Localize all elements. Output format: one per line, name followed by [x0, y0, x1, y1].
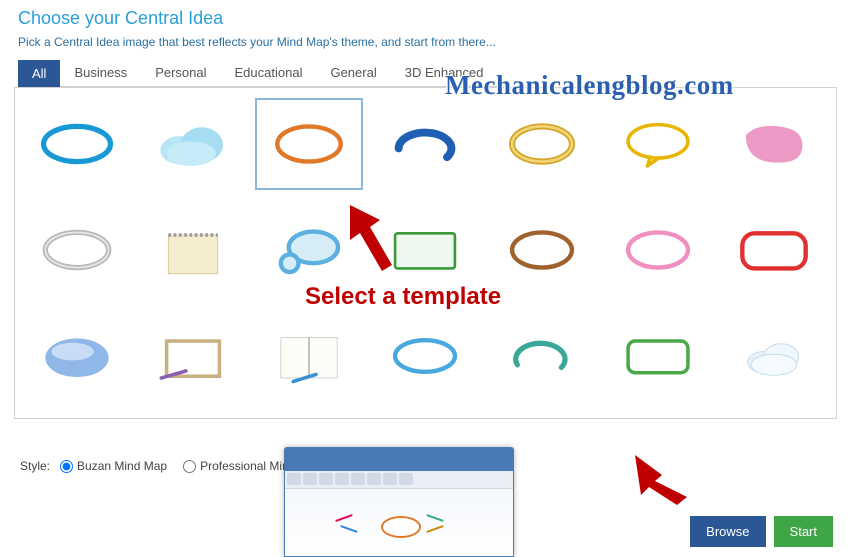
radio-professional-label: Professional Mind: [200, 459, 295, 473]
template-green-rounded-rect[interactable]: [604, 310, 712, 402]
template-brown-scribble-oval[interactable]: [488, 204, 596, 296]
style-selector: Style: Buzan Mind Map Professional Mind: [20, 459, 305, 473]
start-button[interactable]: Start: [774, 516, 833, 547]
template-orange-scribble-oval[interactable]: [255, 98, 363, 190]
category-tabs: All Business Personal Educational Genera…: [0, 59, 847, 87]
tab-educational[interactable]: Educational: [221, 59, 317, 87]
preview-window-title-text: iMindMap Trial (iMindMap Ulti...: [307, 449, 461, 461]
preview-toolbar: [285, 471, 513, 489]
template-notebook-open[interactable]: [255, 310, 363, 402]
preview-canvas: [285, 489, 513, 556]
template-photo-frame[interactable]: [139, 310, 247, 402]
radio-professional-input[interactable]: [183, 460, 196, 473]
annotation-arrow-start-icon: [627, 447, 697, 507]
tab-all[interactable]: All: [18, 60, 60, 87]
template-pink-brush-blob[interactable]: [720, 98, 828, 190]
template-gold-3d-ring[interactable]: [488, 98, 596, 190]
template-blue-scribble-oval[interactable]: [23, 98, 131, 190]
preview-window-title: iMindMap Trial (iMindMap Ulti...: [291, 449, 461, 461]
template-yellow-speech-oval[interactable]: [604, 98, 712, 190]
tab-general[interactable]: General: [316, 59, 390, 87]
template-pink-scribble-oval[interactable]: [604, 204, 712, 296]
radio-buzan[interactable]: Buzan Mind Map: [60, 459, 167, 473]
style-label: Style:: [20, 459, 50, 473]
tab-personal[interactable]: Personal: [141, 59, 220, 87]
template-green-rect-outline[interactable]: [371, 204, 479, 296]
template-cloud-white[interactable]: [720, 310, 828, 402]
browse-button[interactable]: Browse: [690, 516, 765, 547]
template-teal-arc[interactable]: [488, 310, 596, 402]
template-cloud-blue[interactable]: [139, 98, 247, 190]
page-subtitle: Pick a Central Idea image that best refl…: [18, 35, 829, 49]
app-icon: [291, 449, 303, 461]
preview-window: iMindMap Trial (iMindMap Ulti...: [284, 447, 514, 557]
preview-body: [285, 471, 513, 556]
radio-buzan-label: Buzan Mind Map: [77, 459, 167, 473]
template-blue-glossy-oval[interactable]: [23, 310, 131, 402]
template-cyan-scribble-oval[interactable]: [371, 310, 479, 402]
template-gallery[interactable]: [14, 87, 837, 419]
template-blue-double-bubble[interactable]: [255, 204, 363, 296]
tab-3d-enhanced[interactable]: 3D Enhanced: [391, 59, 498, 87]
tab-business[interactable]: Business: [60, 59, 141, 87]
radio-buzan-input[interactable]: [60, 460, 73, 473]
radio-professional[interactable]: Professional Mind: [183, 459, 295, 473]
template-red-rounded-rect[interactable]: [720, 204, 828, 296]
template-notepad-spiral[interactable]: [139, 204, 247, 296]
template-blue-arc-ring[interactable]: [371, 98, 479, 190]
page-title: Choose your Central Idea: [18, 8, 829, 29]
template-silver-3d-ring[interactable]: [23, 204, 131, 296]
